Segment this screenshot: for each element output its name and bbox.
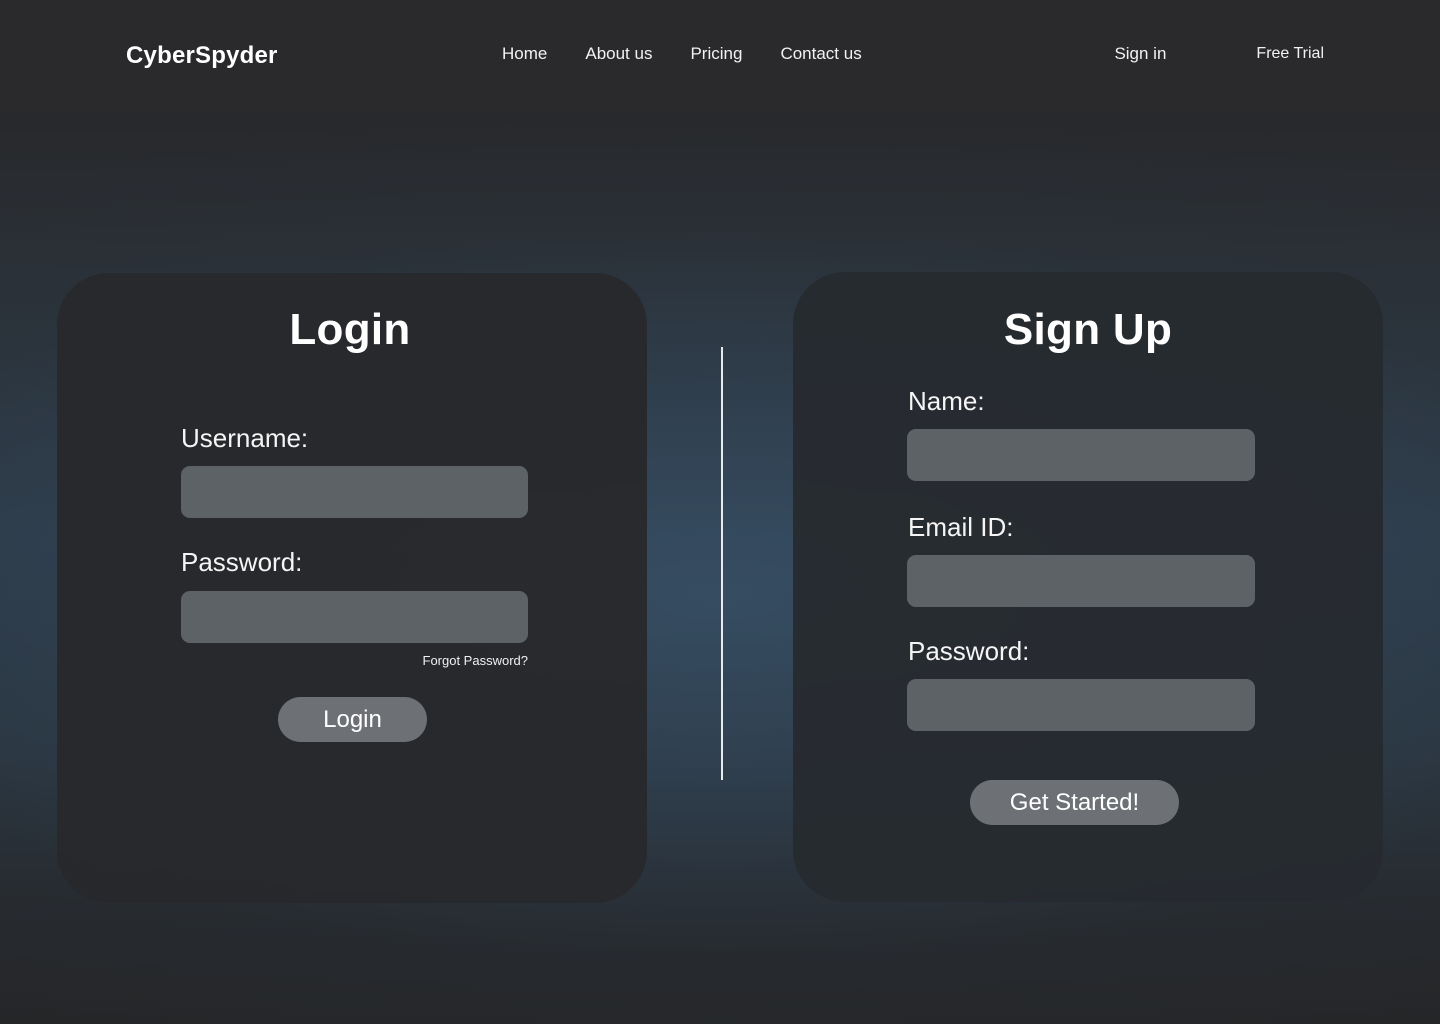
name-input[interactable]: [907, 429, 1255, 481]
login-password-input[interactable]: [181, 591, 528, 643]
login-password-label: Password:: [181, 547, 303, 577]
nav-item-about-us[interactable]: About us: [585, 44, 652, 64]
header-actions: Sign in Free Trial: [1114, 44, 1324, 64]
signup-password-label: Password:: [908, 636, 1030, 666]
nav-item-home[interactable]: Home: [502, 44, 547, 64]
free-trial-link[interactable]: Free Trial: [1256, 45, 1324, 63]
vertical-divider: [721, 347, 723, 780]
username-label: Username:: [181, 423, 309, 453]
site-header: CyberSpyder Home About us Pricing Contac…: [0, 0, 1440, 112]
sign-in-link[interactable]: Sign in: [1114, 44, 1166, 64]
forgot-password-link[interactable]: Forgot Password?: [181, 653, 529, 668]
nav-item-pricing[interactable]: Pricing: [690, 44, 742, 64]
nav-item-contact-us[interactable]: Contact us: [780, 44, 861, 64]
email-label: Email ID:: [908, 512, 1014, 542]
signup-password-input[interactable]: [907, 679, 1255, 731]
main-navigation: Home About us Pricing Contact us: [502, 44, 862, 64]
name-label: Name:: [908, 386, 985, 416]
page-root: CyberSpyder Home About us Pricing Contac…: [0, 0, 1440, 1024]
brand-logo[interactable]: CyberSpyder: [126, 42, 278, 70]
email-input[interactable]: [907, 555, 1255, 607]
username-input[interactable]: [181, 466, 528, 518]
login-title: Login: [289, 305, 411, 354]
signup-title: Sign Up: [1003, 305, 1173, 354]
get-started-button[interactable]: Get Started!: [970, 780, 1179, 825]
login-submit-button[interactable]: Login: [278, 697, 427, 742]
login-card: [57, 273, 647, 903]
